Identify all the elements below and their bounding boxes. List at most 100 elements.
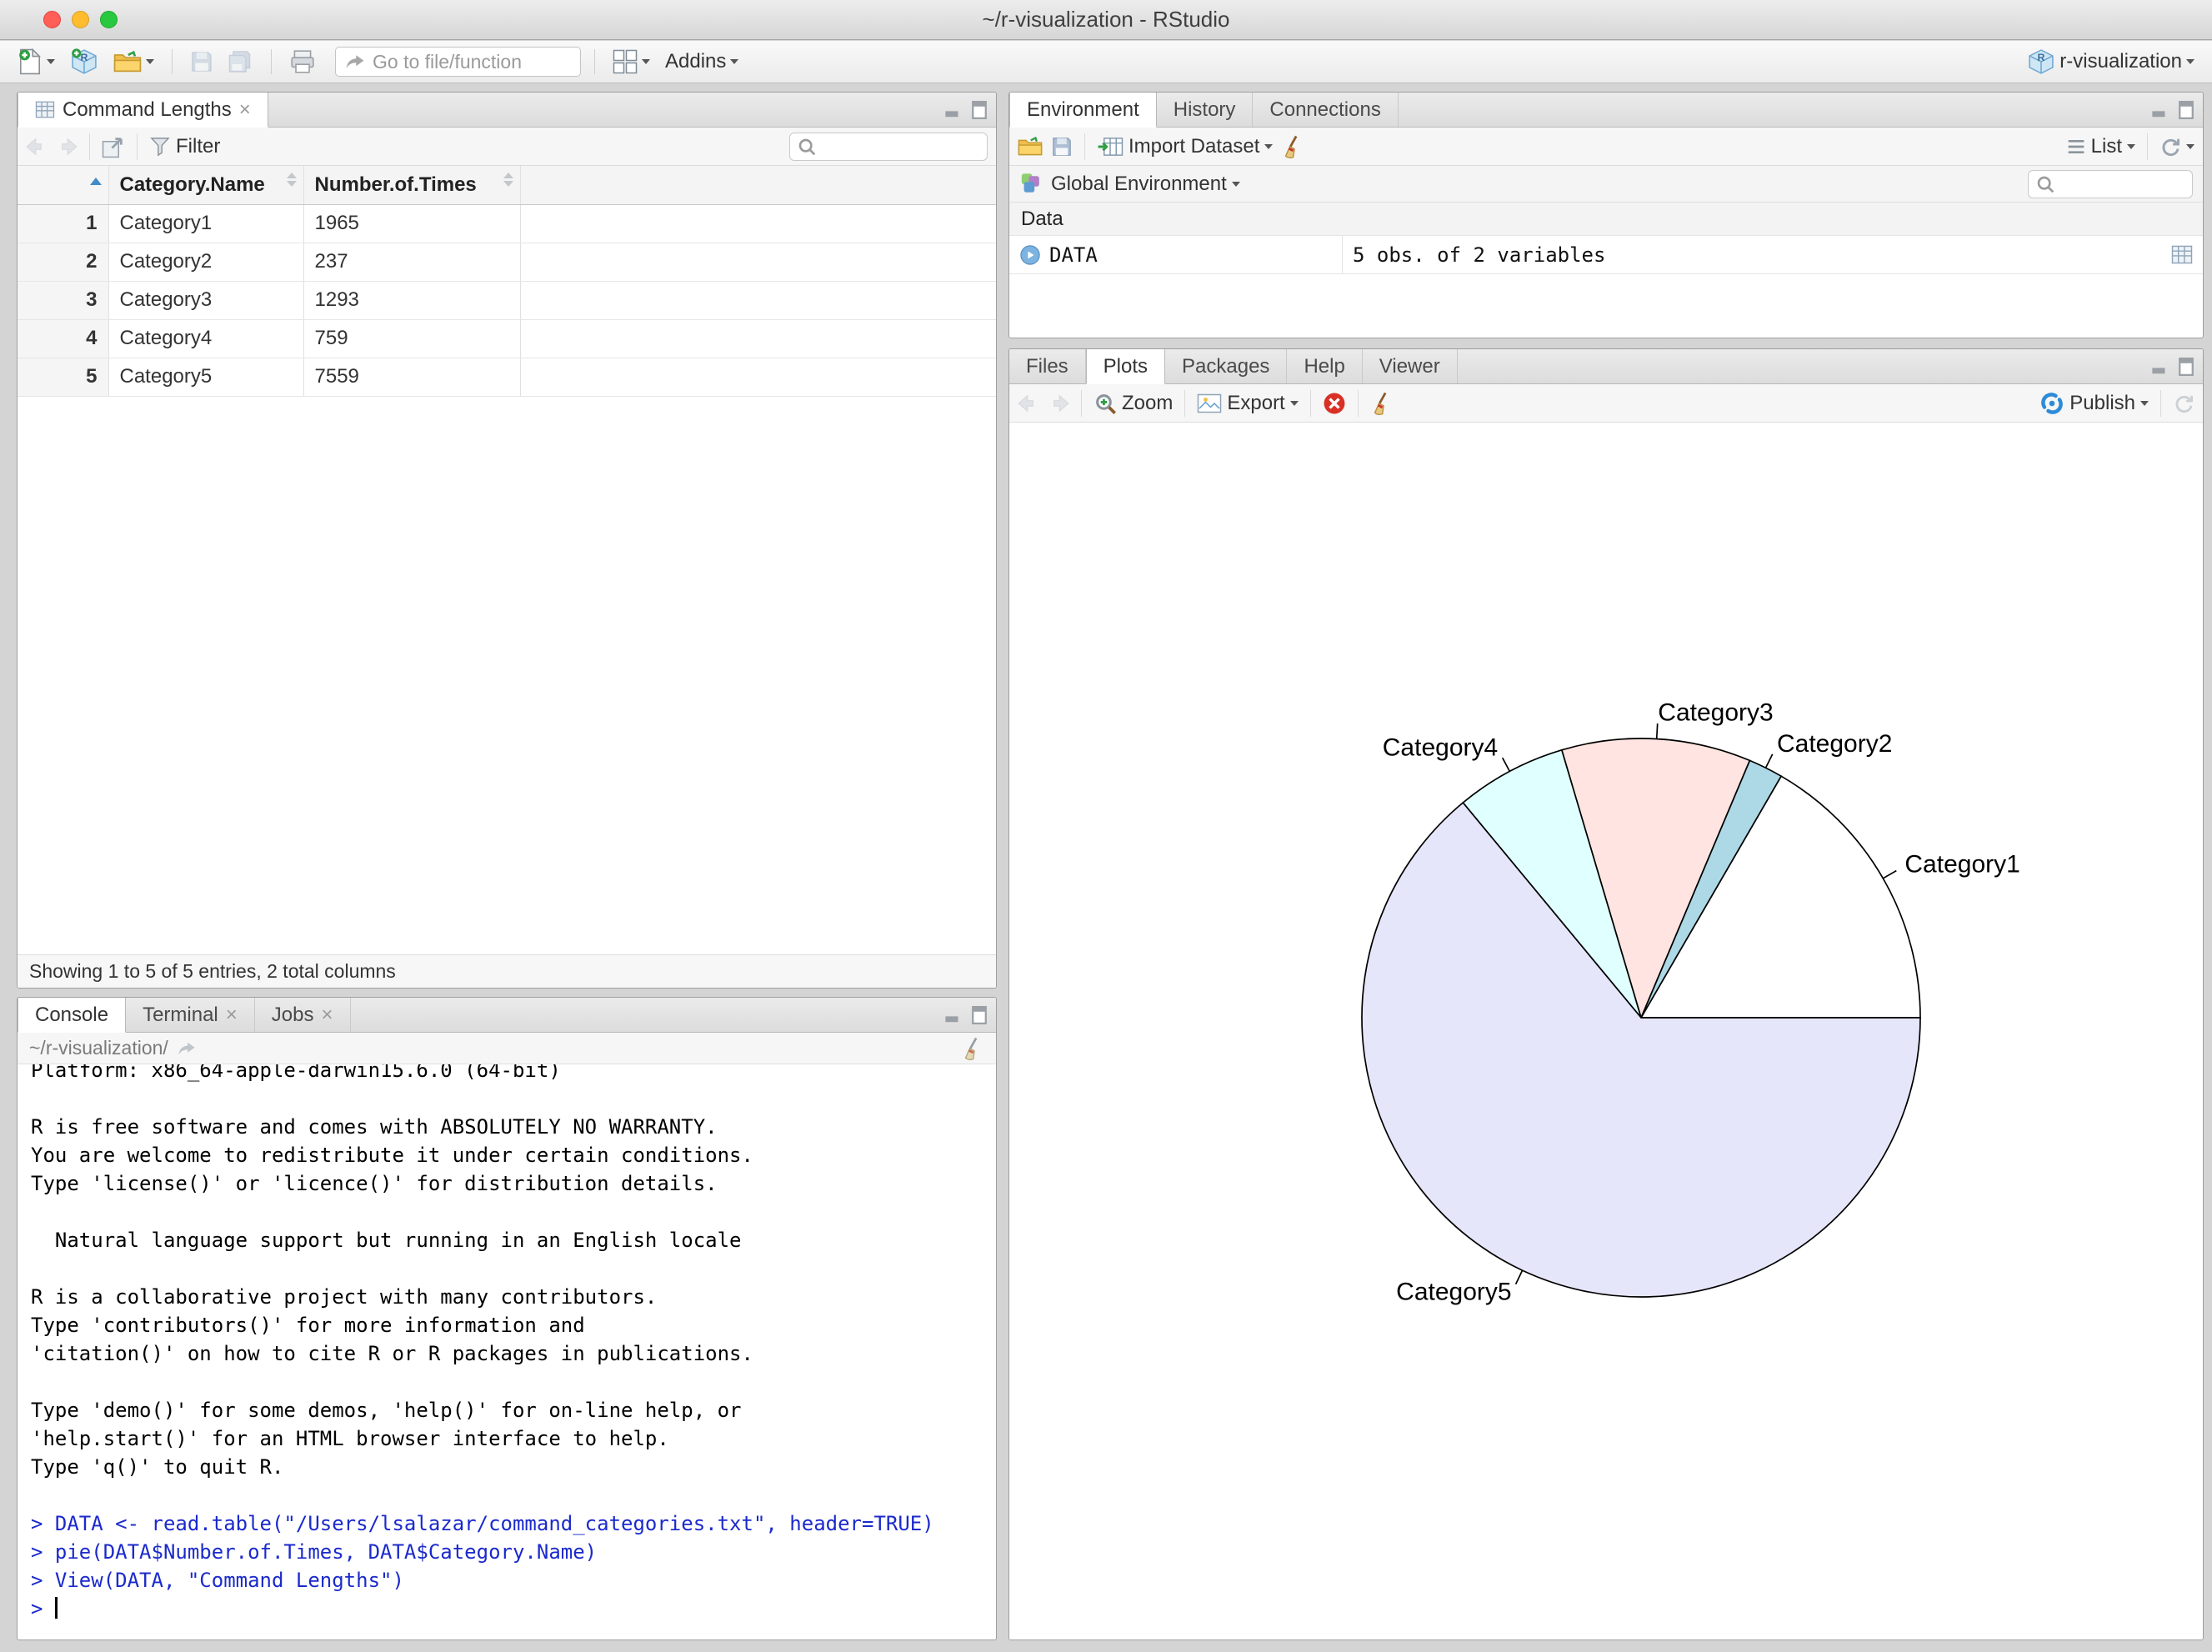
open-file-button[interactable] [109,47,158,77]
search-icon [798,138,816,155]
new-file-caret-icon [47,59,55,64]
minimize-pane-icon[interactable] [944,1006,963,1024]
maximize-pane-icon[interactable] [2178,357,2194,377]
minimize-pane-icon[interactable] [944,101,963,119]
console-output[interactable]: Platform: x86_64-apple-darwin15.6.0 (64-… [18,1064,996,1639]
console-path-bar: ~/r-visualization/ [18,1033,996,1064]
tab-files[interactable]: Files [1009,349,1086,383]
close-tab-icon[interactable]: × [321,1004,333,1025]
column-header-category-name[interactable]: Category.Name [108,166,304,205]
open-in-new-window-icon[interactable] [102,135,125,158]
tab-jobs[interactable]: Jobs × [255,998,351,1032]
new-file-button[interactable] [13,45,59,78]
save-workspace-icon[interactable] [1051,136,1073,158]
plots-toolbar: Zoom Export Publish [1009,384,2203,423]
goto-file-search[interactable] [335,47,581,77]
toolbar-divider [2160,389,2161,417]
environment-object-row[interactable]: DATA 5 obs. of 2 variables [1009,236,2203,274]
environment-scope-bar: Global Environment [1009,166,2203,203]
goto-file-input[interactable] [373,50,564,73]
tab-console[interactable]: Console [18,998,127,1033]
tab-label: Viewer [1379,354,1440,378]
forward-icon[interactable] [56,137,78,156]
load-workspace-icon[interactable] [1018,136,1043,157]
view-table-icon[interactable] [2171,245,2193,264]
minimize-pane-icon[interactable] [2151,358,2169,376]
environment-search-input[interactable] [2060,173,2185,195]
pane-layout-button[interactable] [608,46,654,78]
tab-connections[interactable]: Connections [1253,93,1399,127]
rstudio-window: ~/r-visualization - RStudio R Go to file… [0,0,2212,1652]
viewer-search-input[interactable] [822,135,980,158]
console-input-line: > View(DATA, "Command Lengths") [31,1569,404,1592]
tab-command-lengths[interactable]: Command Lengths × [18,93,268,128]
console-output-line: Type 'contributors()' for more informati… [31,1314,585,1337]
minimize-pane-icon[interactable] [2151,101,2169,119]
refresh-environment-button[interactable] [2159,136,2194,158]
addins-label: Addins [665,50,727,73]
console-output-line: Natural language support but running in … [31,1229,742,1252]
tab-terminal[interactable]: Terminal × [126,998,255,1032]
import-dataset-button[interactable]: Import Dataset [1097,135,1274,158]
close-tab-icon[interactable]: × [226,1004,238,1025]
goto-directory-icon[interactable] [177,1040,197,1057]
publish-button[interactable]: Publish [2039,391,2149,416]
environment-search[interactable] [2028,169,2193,198]
zoom-plot-button[interactable]: Zoom [1093,392,1173,415]
clear-plots-broom-icon[interactable] [1370,392,1394,415]
save-button[interactable] [186,47,218,77]
expand-object-icon[interactable] [1019,244,1041,266]
publish-icon [2041,392,2064,414]
tab-label: Help [1304,354,1345,378]
table-body: 1 Category1 1965 2 Category2 237 3 Category3 129… [18,204,996,397]
list-view-button[interactable]: List [2066,135,2135,158]
toolbar-divider [1309,389,1311,417]
pie-slice-label: Category1 [1904,851,2019,879]
console-tabstrip: Console Terminal × Jobs × [18,998,996,1033]
viewer-search[interactable] [789,132,988,161]
maximize-pane-icon[interactable] [971,100,988,120]
back-icon[interactable] [26,137,48,156]
export-plot-button[interactable]: Export [1197,392,1299,415]
tab-viewer[interactable]: Viewer [1363,349,1458,383]
next-plot-icon[interactable] [1048,393,1069,413]
environment-scope-selector[interactable]: Global Environment [1051,173,1240,196]
new-project-button[interactable]: R [66,44,103,79]
main-toolbar: R Addins R r [0,41,2212,83]
filter-button[interactable]: Filter [149,135,220,158]
list-view-label: List [2090,134,2122,158]
toolbar-divider [172,49,173,74]
refresh-caret-icon [2186,143,2194,149]
clear-console-broom-icon[interactable] [961,1037,984,1060]
column-header-number-of-times[interactable]: Number.of.Times [303,166,521,205]
maximize-pane-icon[interactable] [2178,100,2194,120]
clear-environment-broom-icon[interactable] [1281,135,1304,158]
global-environment-icon [1021,173,1039,193]
tab-environment[interactable]: Environment [1009,93,1157,128]
project-menu-button[interactable]: R r-visualization [2023,44,2199,79]
pie-slice-label: Category2 [1777,730,1892,758]
console-prompt: > [31,1597,55,1620]
pie-slice-label: Category4 [1383,734,1498,762]
tab-plots[interactable]: Plots [1085,349,1166,384]
addins-button[interactable]: Addins [661,47,743,77]
tab-label: Terminal [143,1003,218,1026]
row-number-header[interactable] [18,166,109,205]
table-cell: 7559 [303,358,521,397]
remove-plot-icon[interactable] [1323,392,1346,415]
tab-help[interactable]: Help [1287,349,1363,383]
filler-cell [520,319,996,358]
table-cell: 1293 [303,281,521,320]
tab-history[interactable]: History [1157,93,1254,127]
pane-layout-caret-icon [642,59,650,64]
row-number-cell: 4 [18,319,109,358]
pie-label-tick [1501,757,1511,772]
refresh-plot-icon[interactable] [2173,393,2194,414]
tab-packages[interactable]: Packages [1165,349,1288,383]
maximize-pane-icon[interactable] [971,1005,988,1025]
save-all-button[interactable] [224,47,258,77]
close-tab-icon[interactable]: × [239,99,251,120]
print-button[interactable] [285,46,320,78]
previous-plot-icon[interactable] [1018,393,1039,413]
